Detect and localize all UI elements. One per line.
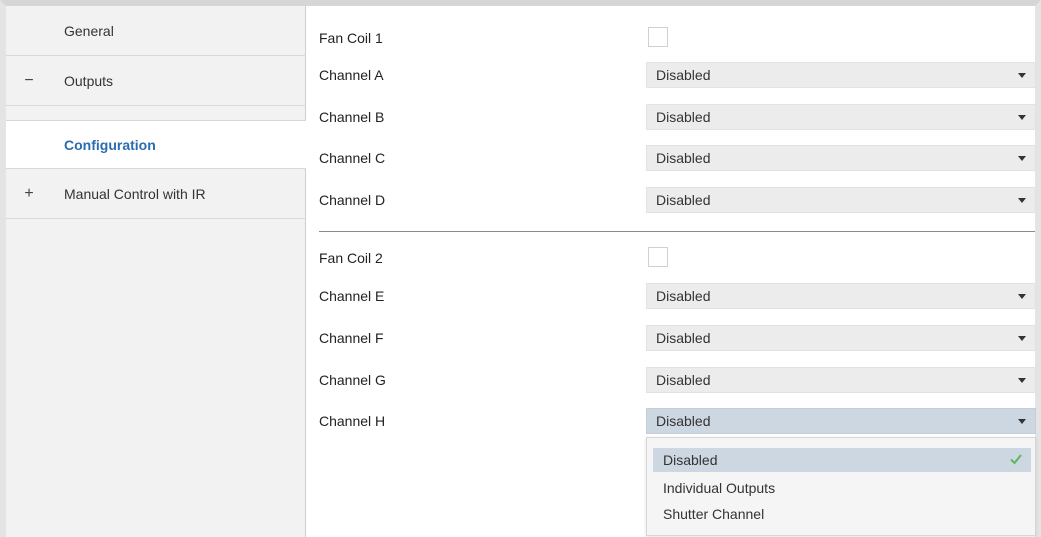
channel-e-label: Channel E — [319, 288, 385, 304]
dropdown-option-disabled[interactable]: Disabled — [653, 448, 1031, 472]
sidebar-item-general[interactable]: General — [6, 6, 306, 56]
channel-c-select[interactable]: Disabled — [646, 145, 1036, 171]
window: General − Outputs Configuration + Manual… — [0, 0, 1041, 537]
chevron-down-icon — [1018, 115, 1026, 120]
settings-panel: Fan Coil 1 Channel A Disabled Channel B … — [306, 6, 1036, 537]
chevron-down-icon — [1018, 378, 1026, 383]
channel-b-select[interactable]: Disabled — [646, 104, 1036, 130]
channel-h-label: Channel H — [319, 413, 386, 429]
channel-d-label: Channel D — [319, 192, 386, 208]
select-value: Disabled — [656, 372, 711, 388]
sidebar-item-label: Configuration — [64, 136, 156, 153]
select-value: Disabled — [656, 109, 711, 125]
select-value: Disabled — [656, 67, 711, 83]
sidebar-item-label: General — [64, 22, 114, 39]
channel-a-label: Channel A — [319, 67, 384, 83]
expand-icon[interactable]: + — [22, 185, 36, 203]
channel-b-label: Channel B — [319, 109, 385, 125]
dropdown-option-label: Shutter Channel — [663, 506, 765, 522]
channel-a-select[interactable]: Disabled — [646, 62, 1036, 88]
channel-f-label: Channel F — [319, 330, 384, 346]
fan-coil-1-checkbox[interactable] — [648, 27, 668, 47]
chevron-down-icon — [1018, 156, 1026, 161]
select-value: Disabled — [656, 413, 711, 429]
fan-coil-1-label: Fan Coil 1 — [319, 30, 383, 46]
dropdown-option-label: Individual Outputs — [663, 480, 776, 496]
sidebar: General − Outputs Configuration + Manual… — [6, 6, 306, 537]
channel-h-dropdown: Disabled Individual Outputs Shutter Chan… — [646, 437, 1036, 536]
sidebar-item-configuration[interactable]: Configuration — [6, 120, 306, 169]
collapse-icon[interactable]: − — [22, 72, 36, 90]
sidebar-item-label: Outputs — [64, 72, 114, 89]
sidebar-item-outputs[interactable]: − Outputs — [6, 56, 306, 106]
chevron-down-icon — [1018, 419, 1026, 424]
select-value: Disabled — [656, 288, 711, 304]
chevron-down-icon — [1018, 336, 1026, 341]
dropdown-option-label: Disabled — [663, 452, 718, 468]
fan-coil-2-checkbox[interactable] — [648, 247, 668, 267]
select-value: Disabled — [656, 192, 711, 208]
select-value: Disabled — [656, 150, 711, 166]
fan-coil-2-label: Fan Coil 2 — [319, 250, 383, 266]
sidebar-item-label: Manual Control with IR — [64, 185, 206, 202]
channel-e-select[interactable]: Disabled — [646, 283, 1036, 309]
channel-d-select[interactable]: Disabled — [646, 187, 1036, 213]
channel-h-select[interactable]: Disabled — [646, 408, 1036, 434]
channel-c-label: Channel C — [319, 150, 386, 166]
select-value: Disabled — [656, 330, 711, 346]
chevron-down-icon — [1018, 294, 1026, 299]
chevron-down-icon — [1018, 73, 1026, 78]
checkmark-icon — [1010, 454, 1022, 465]
section-divider — [319, 231, 1035, 232]
dropdown-option-shutter-channel[interactable]: Shutter Channel — [653, 502, 1031, 526]
channel-g-label: Channel G — [319, 372, 386, 388]
channel-f-select[interactable]: Disabled — [646, 325, 1036, 351]
dropdown-option-individual-outputs[interactable]: Individual Outputs — [653, 476, 1031, 500]
channel-g-select[interactable]: Disabled — [646, 367, 1036, 393]
chevron-down-icon — [1018, 198, 1026, 203]
sidebar-item-manual-control-ir[interactable]: + Manual Control with IR — [6, 169, 306, 219]
